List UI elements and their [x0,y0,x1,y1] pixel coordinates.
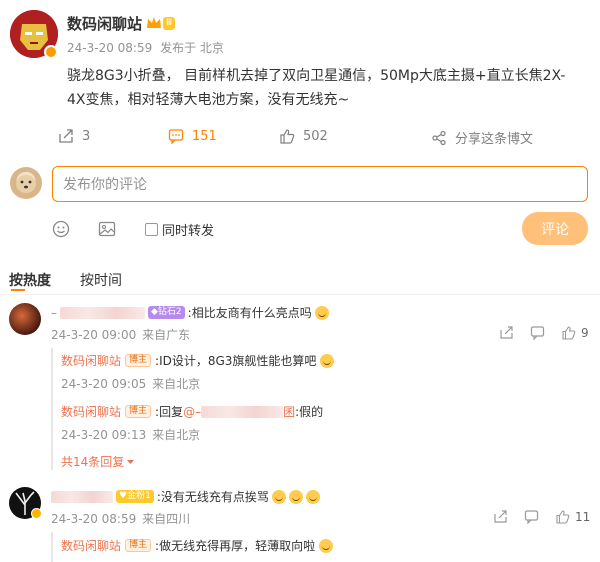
comment-time: 24-3-20 08:59 [51,512,137,526]
reply-meta: 24-3-20 09:13 来自北京 [61,426,200,443]
reply-text: :ID设计，8G3旗舰性能也算吧 [155,354,317,368]
emoji-picker-icon[interactable] [52,220,70,242]
reply-location: 来自北京 [152,428,201,442]
commenter-name-row: – ◆ 钻石2 :相比友商有什么亮点吗 [51,304,329,321]
like-count: 502 [303,128,328,144]
smile-emoji-icon [314,305,329,320]
commenter-name-row: ♥ 金粉1 :没有无线充有点挨骂 [51,488,320,505]
comment-location: 来自四川 [142,512,191,526]
laugh-emoji-icon [305,489,320,504]
laugh-emoji-icon [319,538,334,553]
share-button[interactable]: 分享这条博文 [431,128,533,147]
reply-location: 来自北京 [152,377,201,391]
diamond-badge-label: 钻石2 [157,307,182,317]
crown-icon [145,15,163,35]
diamond-badge: ◆ 钻石2 [148,306,185,319]
comment-text: :相比友商有什么亮点吗 [187,306,312,320]
comment-placeholder: 发布你的评论 [63,177,147,193]
reply-author[interactable]: 数码闲聊站 [61,537,121,554]
comment-count: 151 [192,128,217,144]
image-upload-icon[interactable] [98,220,116,242]
member-level-badge: Ⅲ [163,17,176,30]
thumbs-up-icon [280,129,295,144]
share-icon [432,130,446,145]
comment-like-count: 9 [581,325,589,340]
comment-like-button[interactable]: 11 [555,509,590,524]
comment-thumbs-up-icon [562,326,576,340]
comment-time: 24-3-20 09:00 [51,328,137,342]
comment-repost-icon[interactable] [499,325,514,344]
author-name[interactable]: 数码闲聊站 [67,13,142,34]
share-label: 分享这条博文 [455,132,534,147]
comment-input[interactable]: 发布你的评论 [52,166,588,202]
post-text-line1: 骁龙8G3小折叠， 目前样机去掉了双向卫星通信，50Mp大底主摄+直立长焦2X- [67,68,566,84]
comment-icon [168,129,184,144]
fan-badge-label: 金粉1 [127,491,151,501]
laugh-emoji-icon [271,489,286,504]
reply-time: 24-3-20 09:13 [61,428,147,442]
mention-end[interactable]: 囷 [283,403,295,420]
laugh-emoji-icon [288,489,303,504]
repost-icon [59,129,73,143]
current-user-avatar[interactable] [10,167,42,199]
blurred-username [51,490,113,503]
caret-down-icon [127,460,135,464]
reply-text-suffix: :假的 [295,405,324,419]
verified-badge-icon [44,45,58,59]
author-badge: 博主 [125,405,152,418]
comment-like-count: 11 [575,509,591,524]
reply-row: 数码闲聊站 博主 :回复 @– 囷 :假的 [61,403,323,420]
reply-time: 24-3-20 09:05 [61,377,147,391]
tab-hot[interactable]: 按热度 [9,270,51,290]
repost-checkbox[interactable] [145,223,158,236]
blurred-username [60,306,145,319]
tab-hot-underline [11,289,25,291]
fan-badge: ♥ 金粉1 [116,490,154,503]
reply-meta: 24-3-20 09:05 来自北京 [61,375,200,392]
comment-location: 来自广东 [142,328,191,342]
comment-repost-icon[interactable] [493,509,508,528]
comment-thumbs-up-icon [556,510,570,524]
dog-avatar-icon [16,175,36,193]
comment-meta: 24-3-20 09:00 来自广东 [51,326,190,343]
reply-text-prefix: :回复 [155,405,184,419]
comment-meta: 24-3-20 08:59 来自四川 [51,510,190,527]
mention-link[interactable]: @– [183,405,201,419]
reply-text: :做无线充得再厚，轻薄取向啦 [155,539,316,553]
reply-row: 数码闲聊站 博主 :ID设计，8G3旗舰性能也算吧 [61,352,335,369]
commenter-name-prefix[interactable]: – [51,306,57,320]
tabs-divider [0,294,600,295]
repost-checkbox-label: 同时转发 [162,224,215,239]
blurred-mention [201,405,284,418]
heart-icon: ♥ [119,491,128,501]
verified-badge-icon [31,508,42,519]
post-text-line2: 4X变焦，相对轻薄大电池方案，没有无线充~ [67,92,350,108]
post-time[interactable]: 24-3-20 08:59 [67,41,152,55]
comment-reply-icon[interactable] [530,325,545,344]
comment-button[interactable]: 151 [168,128,217,144]
submit-comment-button[interactable]: 评论 [522,212,588,245]
reply-row: 数码闲聊站 博主 :做无线充得再厚，轻薄取向啦 [61,537,334,554]
reply-author[interactable]: 数码闲聊站 [61,352,121,369]
more-replies-link[interactable]: 共14条回复 [61,453,135,470]
smile-emoji-icon [320,353,335,368]
diamond-icon: ◆ [151,307,158,317]
comment-reply-icon[interactable] [524,509,539,528]
tab-time[interactable]: 按时间 [80,270,122,290]
post-timestamp: 24-3-20 08:59 发布于 北京 [67,39,224,56]
post-location: 发布于 北京 [160,41,224,55]
more-replies-label: 共14条回复 [61,455,125,469]
reply-author[interactable]: 数码闲聊站 [61,403,121,420]
repost-button[interactable]: 3 [58,128,90,144]
commenter-avatar[interactable] [9,303,41,335]
like-button[interactable]: 502 [279,128,328,144]
repost-count: 3 [82,128,91,144]
author-badge: 博主 [125,539,152,552]
comment-like-button[interactable]: 9 [561,325,589,340]
comment-text: :没有无线充有点挨骂 [156,490,269,504]
author-badge: 博主 [125,354,152,367]
